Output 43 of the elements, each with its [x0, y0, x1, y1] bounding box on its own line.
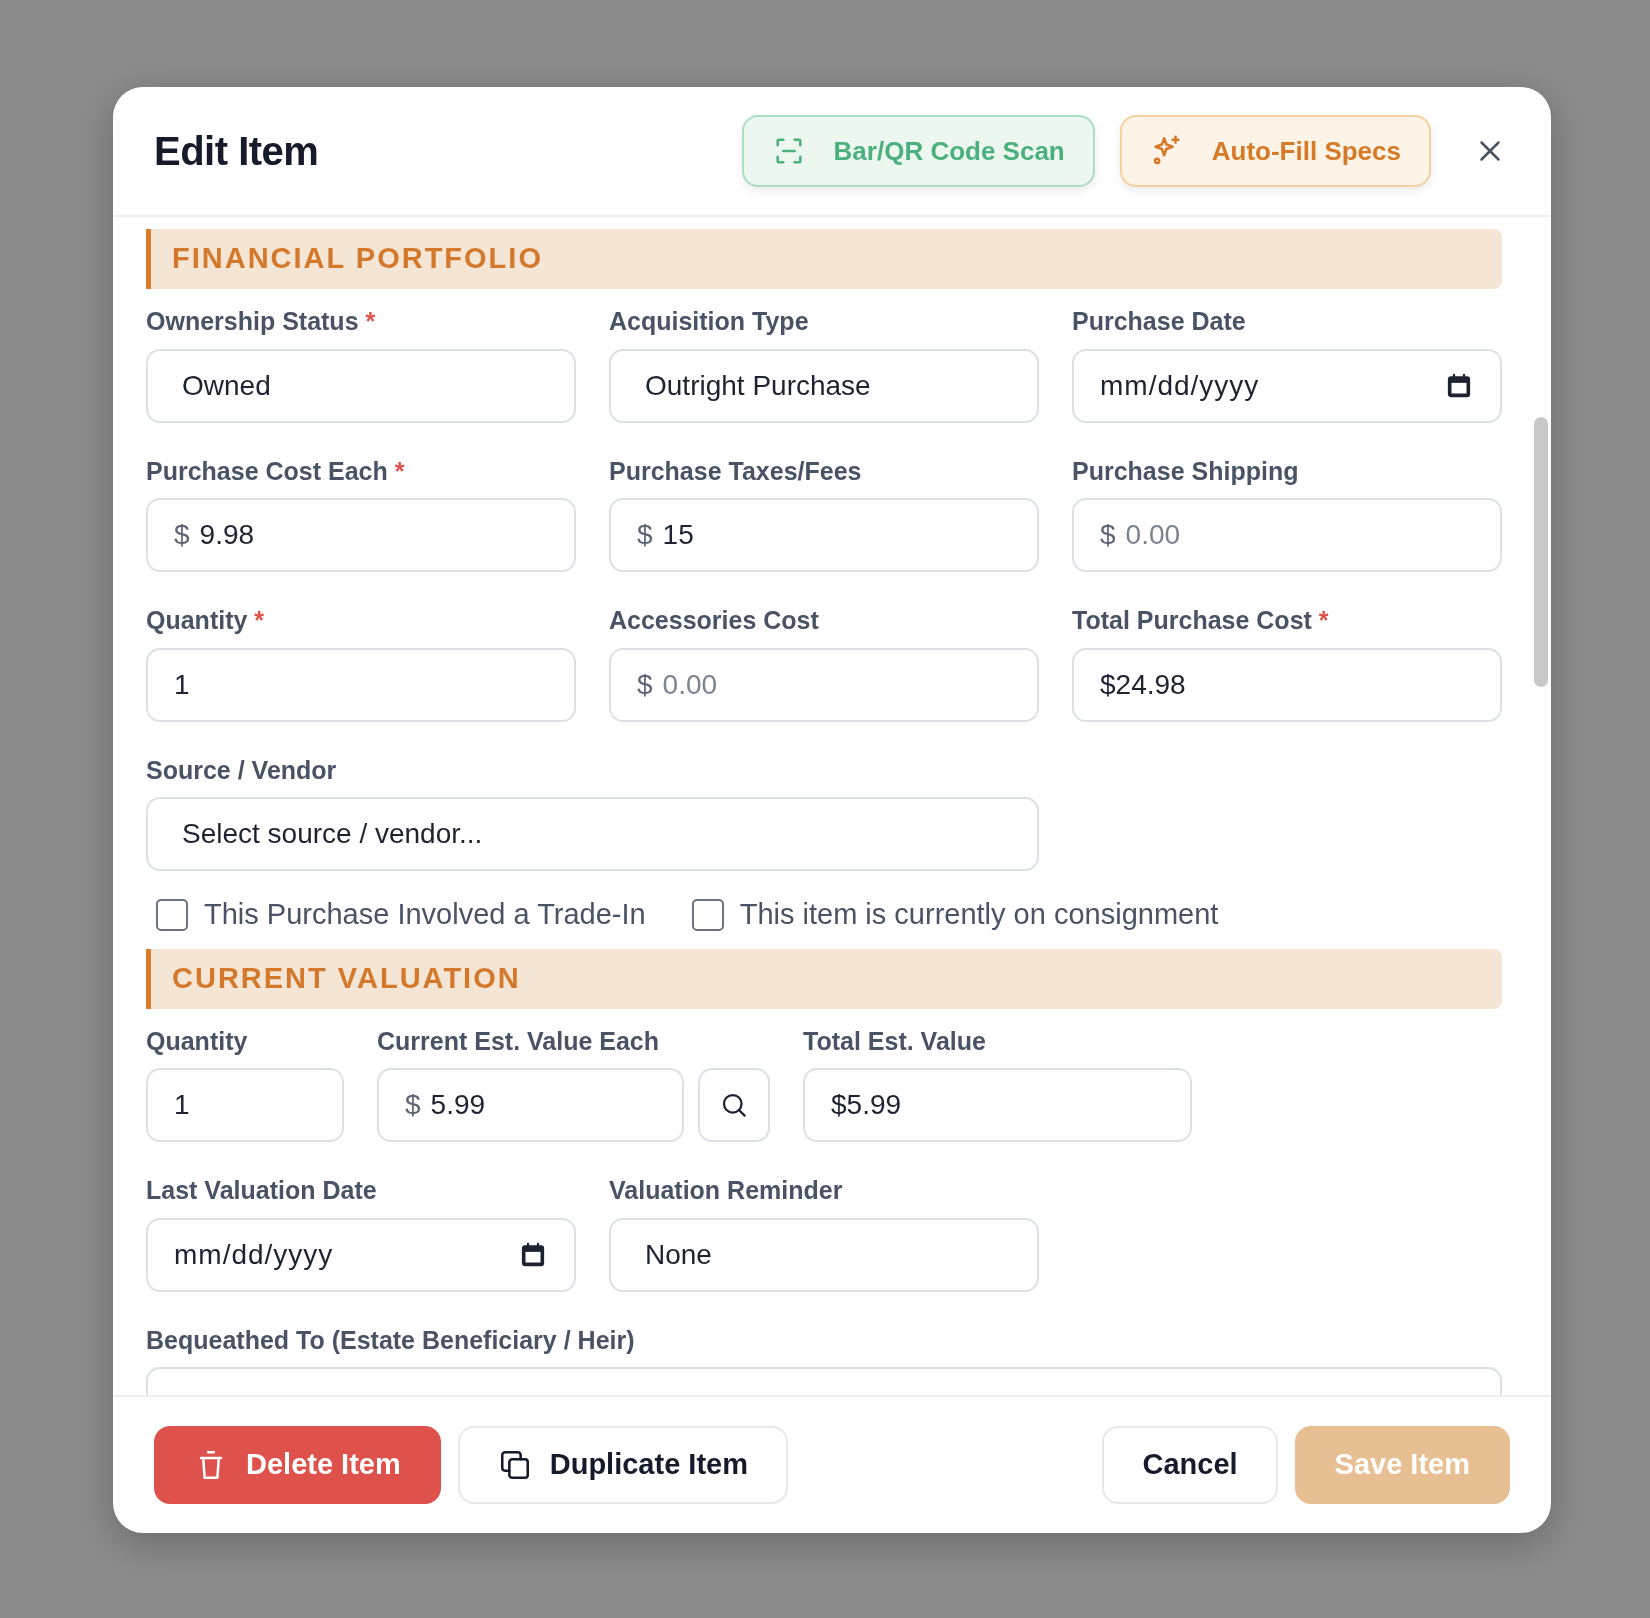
delete-button[interactable]: Delete Item	[154, 1426, 441, 1504]
dialog-title: Edit Item	[154, 128, 319, 175]
duplicate-button[interactable]: Duplicate Item	[457, 1426, 788, 1504]
field-label: Bequeathed To (Estate Beneficiary / Heir)	[146, 1324, 635, 1356]
field-label: Purchase Shipping	[1072, 455, 1299, 487]
field-label: Source / Vendor	[146, 754, 337, 786]
search-button[interactable]	[698, 1068, 770, 1142]
field-label: Quantity	[146, 1025, 248, 1057]
field-label: Quantity *	[146, 605, 265, 636]
field-label: Purchase Cost Each *	[146, 455, 405, 487]
input-field[interactable]: $5.99	[803, 1068, 1192, 1142]
select-field[interactable]: Select source / vendor...	[146, 797, 1040, 871]
input-field[interactable]: 1	[146, 647, 576, 722]
input-field[interactable]: 1	[146, 1068, 344, 1142]
select-field[interactable]: None	[609, 1217, 1039, 1292]
field-label: Purchase Date	[1072, 306, 1246, 337]
field-label: Current Est. Value Each	[377, 1025, 660, 1057]
money-field[interactable]: $ 15	[609, 498, 1039, 572]
field-label: Valuation Reminder	[609, 1175, 843, 1206]
date-field[interactable]: mm/dd/yyyy	[1072, 348, 1502, 423]
select-field[interactable]: Owned	[146, 348, 576, 423]
field-label: Accessories Cost	[609, 605, 819, 636]
cancel-button[interactable]: Cancel	[1102, 1426, 1278, 1504]
date-field[interactable]: mm/dd/yyyy	[146, 1217, 576, 1292]
money-field[interactable]: $ 0.00	[1072, 498, 1502, 572]
scrollbar-thumb[interactable]	[1534, 417, 1548, 687]
field-label: Acquisition Type	[609, 306, 809, 337]
field-label: Last Valuation Date	[146, 1175, 377, 1206]
checkbox[interactable]	[156, 898, 188, 931]
input-field[interactable]: $24.98	[1072, 647, 1502, 722]
money-field[interactable]: $ 0.00	[609, 647, 1039, 722]
money-field[interactable]: $ 9.98	[146, 498, 576, 572]
field-label: Total Est. Value	[803, 1025, 986, 1057]
select-field[interactable]: Outright Purchase	[609, 348, 1039, 423]
field-label: Total Purchase Cost *	[1072, 605, 1329, 636]
field-label: Ownership Status *	[146, 306, 376, 337]
field-label: Purchase Taxes/Fees	[609, 455, 862, 487]
money-field[interactable]: $ 5.99	[377, 1068, 684, 1142]
checkbox-option[interactable]: This item is currently on consignment	[691, 893, 1219, 937]
checkbox-option[interactable]: This Purchase Involved a Trade-In	[156, 893, 646, 937]
checkbox[interactable]	[691, 898, 724, 931]
section-title: CURRENT VALUATION	[172, 960, 521, 996]
section-title: FINANCIAL PORTFOLIO	[172, 241, 543, 277]
